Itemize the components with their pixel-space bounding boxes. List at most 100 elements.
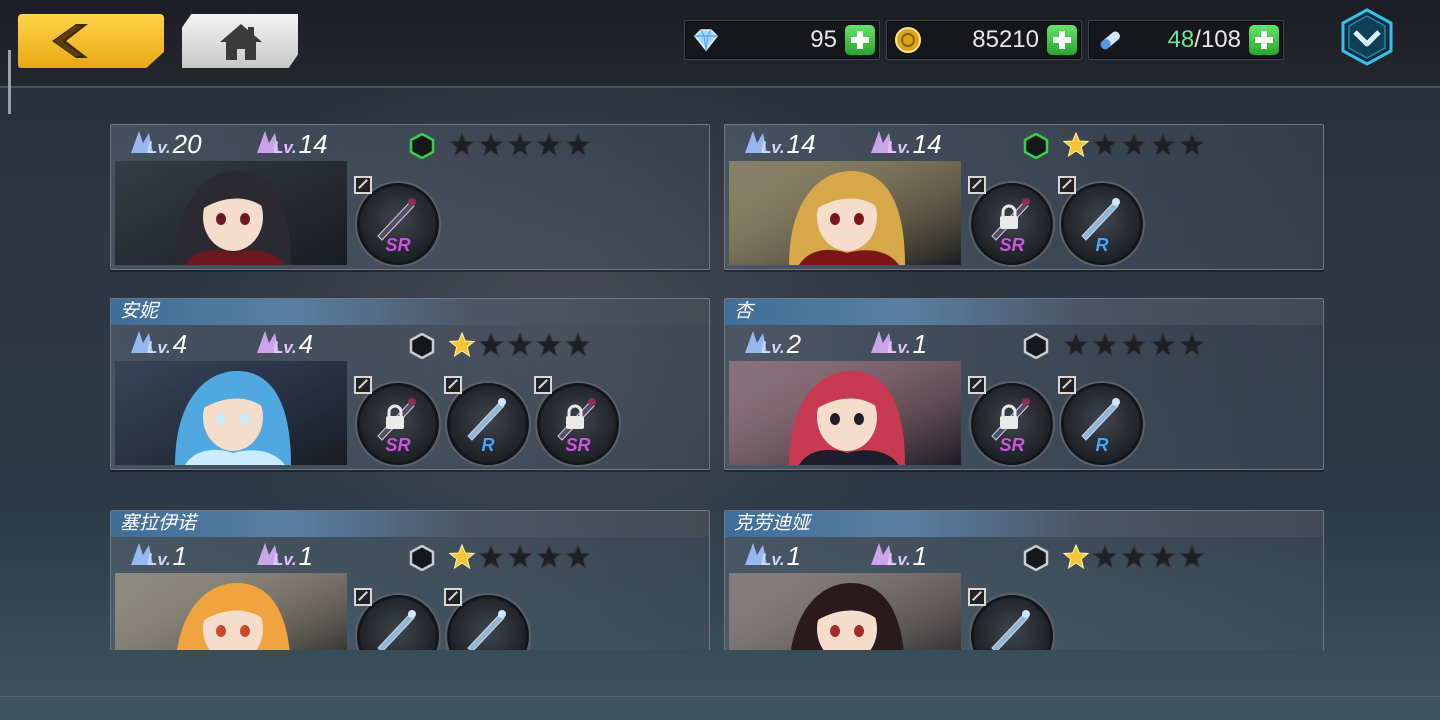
edit-icon [354,176,372,194]
star-icon [1150,332,1176,358]
stamina-value: 48/108 [1168,26,1241,54]
equipment-slot[interactable]: R [354,588,439,650]
character-portrait[interactable] [729,161,961,265]
crystal-value: 95 [810,26,837,53]
skill-level-text: Lv.1 [273,541,313,575]
character-name: 杏 [734,301,754,322]
top-bar: 95 85210 48/108 [0,0,1440,88]
edit-icon [968,176,986,194]
level-tag: Lv. [147,138,171,157]
character-list: Lv.20 Lv.14 SR Lv.14 Lv.14 SR R 安妮 Lv.4 … [0,88,1440,650]
level-value: 4 [172,329,188,359]
equipment-slot[interactable]: R [968,588,1053,650]
equipment-slot[interactable]: SR [354,376,439,465]
character-name: 克劳迪娅 [734,513,811,534]
portrait-image [729,573,961,650]
rarity-label: SR [999,235,1025,255]
equipment-slot[interactable]: SR [534,376,619,465]
skill-level-text: Lv.14 [887,129,942,163]
equipment-slot[interactable]: SR [968,176,1053,265]
character-portrait[interactable] [729,573,961,650]
lock-icon [1000,204,1018,229]
character-card[interactable]: 杏 Lv.2 Lv.1 SR R [724,298,1324,470]
character-portrait[interactable] [729,361,961,465]
portrait-image [115,573,347,650]
edit-icon [354,588,372,606]
level-text: Lv.1 [147,541,187,575]
weapon-icon [991,610,1030,650]
rarity-label: R [450,647,526,650]
home-button[interactable] [182,14,298,68]
character-card[interactable]: Lv.14 Lv.14 SR R [724,124,1324,270]
star-icon [1179,332,1205,358]
skill-level-value: 14 [298,129,328,159]
star-icon [449,332,475,358]
character-portrait[interactable] [115,161,347,265]
gold-value: 85210 [972,26,1039,53]
level-text: Lv.14 [761,129,816,163]
character-name-bar: 安妮 [111,299,709,325]
equipment-slot[interactable]: R [444,588,529,650]
character-portrait[interactable] [115,361,347,465]
edit-icon [968,376,986,394]
back-button[interactable] [18,14,164,68]
skill-level-value: 1 [912,329,928,359]
equipment-slot[interactable]: R [1058,376,1143,465]
character-card[interactable]: 塞拉伊诺Lv.1Lv.1 R [110,510,710,650]
star-rating [449,332,594,358]
edit-icon [968,588,986,606]
level-value: 1 [172,541,188,571]
character-name-bar: 克劳迪娅 [725,511,1323,537]
equipment-slot[interactable]: SR [354,176,439,265]
character-card[interactable]: 安妮 Lv.4 Lv.4 SR R SR [110,298,710,470]
star-icon [1121,132,1147,158]
crystal-icon [693,29,719,52]
star-icon [507,544,533,570]
star-rating [1063,132,1208,158]
rarity-label: R [1095,235,1109,255]
star-icon [1092,132,1118,158]
star-icon [536,332,562,358]
add-stamina-button[interactable] [1249,25,1279,55]
awaken-hex-icon [1023,545,1049,571]
character-name: 塞拉伊诺 [120,513,197,534]
add-crystal-button[interactable] [845,25,875,55]
edit-icon [444,376,462,394]
home-icon [220,24,262,60]
star-icon [1121,544,1147,570]
edit-icon [1058,176,1076,194]
portrait-image [115,361,347,465]
stamina-counter: 48/108 [1088,20,1284,60]
portrait-image [729,161,961,265]
equipment-slot[interactable]: R [444,376,529,465]
stamina-max: /108 [1194,26,1241,53]
level-tag: Lv. [761,338,785,357]
weapon-icon [467,610,506,650]
star-icon [565,332,591,358]
edit-icon [354,376,372,394]
star-icon [449,544,475,570]
awaken-hex-icon [409,133,435,159]
rarity-label: SR [565,435,591,455]
star-icon [1092,332,1118,358]
edit-icon [444,588,462,606]
skill-level-value: 1 [298,541,314,571]
chevron-down-menu-icon[interactable] [1340,8,1394,66]
stamina-icon [1100,31,1121,50]
character-name-bar: 塞拉伊诺 [111,511,709,537]
level-value: 1 [786,541,802,571]
rarity-label: R [1095,435,1109,455]
level-tag: Lv. [147,550,171,569]
equipment-slot[interactable]: R [1058,176,1143,265]
character-card[interactable]: Lv.20 Lv.14 SR [110,124,710,270]
character-card[interactable]: 克劳迪娅Lv.1Lv.1 R [724,510,1324,650]
skill-level-tag: Lv. [273,138,297,157]
rarity-label: R [360,647,436,650]
star-icon [507,132,533,158]
star-icon [1179,544,1205,570]
character-portrait[interactable] [115,573,347,650]
equipment-slot[interactable]: SR [968,376,1053,465]
add-gold-button[interactable] [1047,25,1077,55]
level-text: Lv.4 [147,329,187,363]
star-icon [1121,332,1147,358]
